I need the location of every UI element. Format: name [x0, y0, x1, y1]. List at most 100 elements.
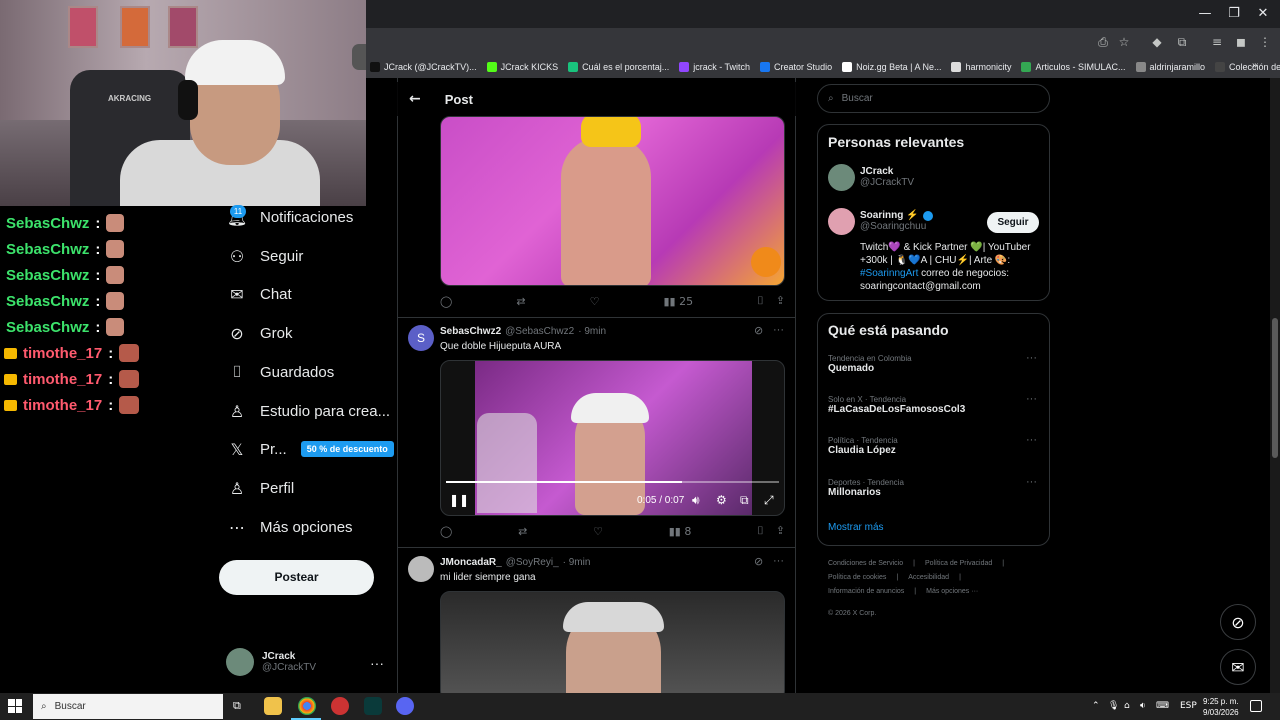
avatar[interactable]: [408, 556, 434, 582]
minimize-icon[interactable]: —: [1190, 4, 1220, 24]
share-icon[interactable]: ⇪: [776, 524, 785, 538]
discord-icon[interactable]: [396, 697, 414, 715]
bookmark-item[interactable]: Colección de M_blei...: [1215, 62, 1280, 72]
more-icon[interactable]: ···: [773, 324, 784, 336]
tweet-image[interactable]: [440, 116, 785, 286]
more-icon[interactable]: ···: [1026, 393, 1037, 405]
extensions-icon[interactable]: ⧉: [1173, 33, 1191, 51]
person-card[interactable]: Soarinng ⚡ @Soaringchuu: [860, 210, 933, 232]
tweet-image[interactable]: [440, 591, 785, 701]
repost-icon[interactable]: ⇄: [516, 295, 525, 308]
star-icon[interactable]: ☆: [1115, 33, 1133, 51]
footer-link[interactable]: Política de Privacidad: [925, 560, 992, 567]
nav-creator-studio[interactable]: ♙ Estudio para crea...: [228, 397, 390, 425]
back-arrow-icon[interactable]: ←: [409, 91, 421, 107]
person-card[interactable]: JCrack @JCrackTV: [860, 166, 914, 188]
more-icon[interactable]: ···: [1026, 476, 1037, 488]
reply-icon[interactable]: ◯: [440, 295, 452, 308]
tweet-author-name[interactable]: JMoncadaR_: [440, 557, 502, 568]
nav-more-options[interactable]: ⋯ Más opciones: [228, 513, 353, 541]
nav-chat[interactable]: ✉ Chat: [228, 280, 291, 308]
search-input[interactable]: ⌕ Buscar: [817, 84, 1050, 113]
speaker-icon[interactable]: 🔉︎: [1140, 701, 1146, 711]
file-explorer-icon[interactable]: [264, 697, 282, 715]
bookmark-item[interactable]: Creator Studio: [760, 62, 832, 72]
views-stat[interactable]: ▮▮ 8: [669, 525, 692, 538]
hashtag-link[interactable]: #SoarinngArt: [860, 268, 918, 279]
bookmark-item[interactable]: Articulos - SIMULAC...: [1021, 62, 1126, 72]
trend-item[interactable]: Solo en X · Tendencia #LaCasaDeLosFamosos…: [828, 395, 965, 415]
bookmark-item[interactable]: Cuál es el porcentaj...: [568, 62, 669, 72]
trend-item[interactable]: Deportes · Tendencia Millonarios: [828, 478, 904, 498]
footer-link[interactable]: Condiciones de Servicio: [828, 560, 903, 567]
follow-button[interactable]: Seguir: [987, 212, 1039, 233]
repost-icon[interactable]: ⇄: [518, 525, 527, 538]
tweet-time[interactable]: · 9min: [563, 557, 591, 568]
nav-follow[interactable]: ⚇ Seguir: [228, 242, 304, 270]
microphone-icon[interactable]: 🎙︎: [1108, 701, 1119, 711]
settings-icon[interactable]: ⚙: [716, 493, 727, 507]
close-icon[interactable]: ✕: [1248, 4, 1278, 24]
avatar[interactable]: [828, 208, 855, 235]
bookmark-icon[interactable]: ⌷: [757, 294, 764, 308]
grok-icon[interactable]: ⊘: [754, 324, 763, 337]
like-icon[interactable]: ♡: [590, 295, 600, 308]
taskbar-search[interactable]: ⌕ Buscar: [33, 694, 223, 719]
fullscreen-icon[interactable]: ⤢: [764, 493, 774, 508]
obs-icon[interactable]: [331, 697, 349, 715]
restore-icon[interactable]: ❐: [1219, 4, 1249, 24]
install-icon[interactable]: ⎙: [1094, 33, 1112, 51]
like-icon[interactable]: ♡: [593, 525, 603, 538]
clock[interactable]: 9:25 p. m. 9/03/2026: [1203, 696, 1239, 718]
trend-item[interactable]: Política · Tendencia Claudia López: [828, 436, 898, 456]
app-icon[interactable]: [364, 697, 382, 715]
media-queue-icon[interactable]: ≡: [1208, 33, 1226, 51]
nav-bookmarks[interactable]: ⌷ Guardados: [228, 358, 334, 386]
account-more-icon[interactable]: ···: [370, 655, 384, 671]
nav-grok[interactable]: ⊘ Grok: [228, 319, 292, 347]
footer-link[interactable]: Más opciones ···: [926, 588, 978, 595]
bookmark-item[interactable]: harmonicity: [951, 62, 1011, 72]
more-icon[interactable]: ···: [773, 555, 784, 567]
language-indicator[interactable]: ESP: [1180, 701, 1197, 711]
tweet-author-name[interactable]: SebasChwz2: [440, 326, 501, 337]
share-icon[interactable]: ⇪: [776, 294, 785, 308]
scrollbar-thumb[interactable]: [1272, 318, 1278, 458]
show-more-link[interactable]: Mostrar más: [828, 522, 884, 533]
grok-icon[interactable]: ⊘: [754, 555, 763, 568]
trend-item[interactable]: Tendencia en Colombia Quemado: [828, 354, 912, 374]
footer-link[interactable]: Accesibilidad: [908, 574, 949, 581]
more-bookmarks-icon[interactable]: »: [1252, 60, 1258, 71]
extension-diamond-icon[interactable]: ◆: [1148, 33, 1166, 51]
pause-icon[interactable]: ❚❚: [449, 493, 469, 507]
messages-fab-icon[interactable]: ✉: [1220, 649, 1256, 685]
task-view-icon[interactable]: ⧉: [233, 699, 241, 713]
tweet-time[interactable]: · 9min: [578, 326, 606, 337]
browser-menu-icon[interactable]: ⋮: [1256, 33, 1274, 51]
more-icon[interactable]: ···: [1026, 352, 1037, 364]
bookmark-icon[interactable]: ⌷: [757, 524, 764, 538]
nav-profile[interactable]: ♙ Perfil: [228, 474, 294, 502]
avatar[interactable]: [828, 164, 855, 191]
views-stat[interactable]: ▮▮ 25: [664, 295, 694, 308]
network-icon[interactable]: ⌂: [1124, 701, 1130, 711]
post-button[interactable]: Postear: [219, 560, 374, 595]
avatar[interactable]: S: [408, 325, 434, 351]
bookmark-item[interactable]: JCrack (@JCrackTV)...: [370, 62, 477, 72]
profile-icon[interactable]: ◼: [1232, 33, 1250, 51]
nav-notifications[interactable]: 🔔︎Notificaciones: [227, 203, 354, 231]
grok-fab-icon[interactable]: ⊘: [1220, 604, 1256, 640]
reply-icon[interactable]: ◯: [440, 525, 452, 538]
keyboard-icon[interactable]: ⌨: [1156, 701, 1169, 711]
tray-chevron-icon[interactable]: ⌃: [1092, 701, 1100, 711]
bookmark-item[interactable]: Noiz.gg Beta | A Ne...: [842, 62, 941, 72]
tweet-handle[interactable]: @SoyReyi_: [506, 557, 559, 568]
bookmark-item[interactable]: aldrinjaramillo: [1135, 62, 1205, 72]
notification-center-icon[interactable]: [1250, 700, 1262, 712]
account-switcher[interactable]: JCrack @JCrackTV: [226, 648, 316, 676]
footer-link[interactable]: Información de anuncios: [828, 588, 904, 595]
nav-premium[interactable]: 𝕏 Pr... 50 % de descuento: [228, 435, 394, 463]
chrome-icon[interactable]: [298, 697, 316, 715]
bookmark-item[interactable]: JCrack KICKS: [486, 62, 558, 72]
footer-link[interactable]: Política de cookies: [828, 574, 886, 581]
